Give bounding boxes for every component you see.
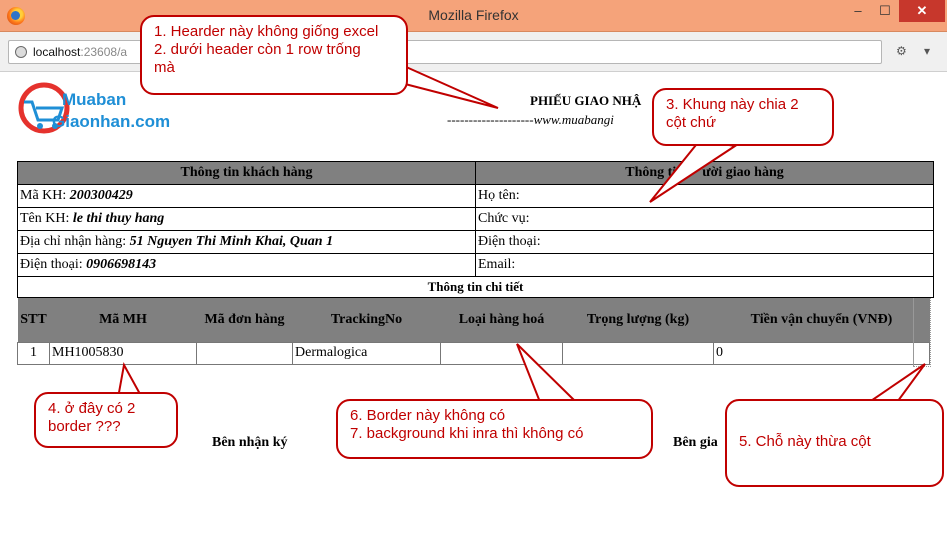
callout-text: 5. Chỗ này thừa cột [739,433,871,450]
callout-bubble: 5. Chỗ này thừa cột [725,399,944,487]
